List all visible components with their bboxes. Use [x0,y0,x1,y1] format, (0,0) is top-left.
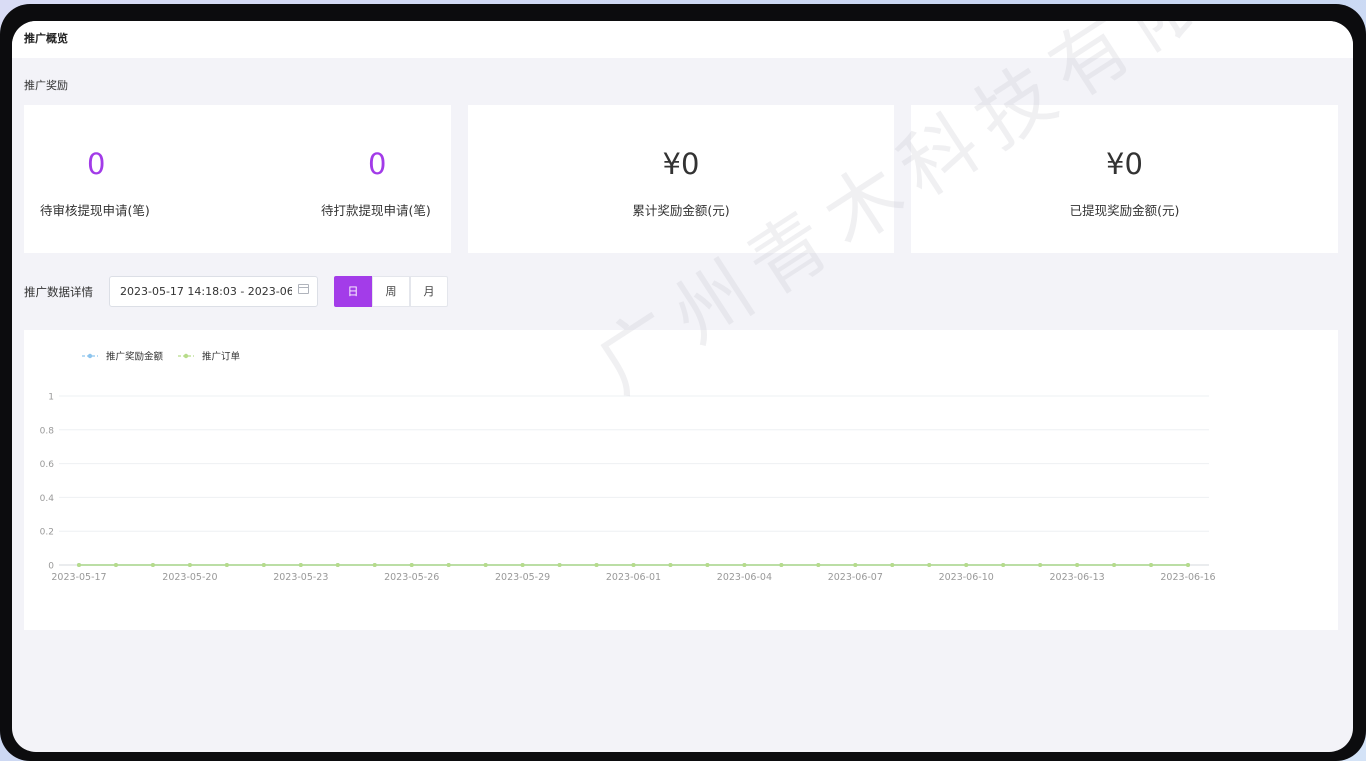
pending-review-label: 待审核提现申请(笔) [40,203,150,218]
data-point [1112,563,1117,567]
data-point [779,563,784,567]
data-point [890,563,895,567]
date-range-value: 2023-05-17 14:18:03 - 2023-06 [120,285,292,298]
withdrawn-reward-label: 已提现奖励金额(元) [1069,203,1180,218]
data-point [631,563,636,567]
data-point [742,563,747,567]
x-tick-label: 2023-06-13 [1049,572,1104,583]
x-tick-label: 2023-06-16 [1160,572,1215,583]
details-label: 推广数据详情 [24,285,93,299]
data-point [335,563,340,567]
calendar-icon[interactable] [298,284,309,294]
data-point [150,563,155,567]
rewards-section-title: 推广奖励 [24,79,68,92]
date-range-picker[interactable]: 2023-05-17 14:18:03 - 2023-06 [109,276,318,307]
x-tick-label: 2023-06-10 [939,572,994,583]
y-tick-label: 0 [48,562,54,572]
device-frame: 推广概览 推广奖励 0 待审核提现申请(笔) 0 待打款提现申请(笔) ¥0 累… [0,4,1366,761]
data-point [668,563,673,567]
x-tick-label: 2023-06-04 [717,572,772,583]
y-tick-label: 0.2 [40,528,54,538]
data-point [261,563,266,567]
data-point [964,563,969,567]
data-point [372,563,377,567]
y-tick-label: 1 [48,393,54,403]
data-point [187,563,192,567]
x-tick-label: 2023-05-26 [384,572,439,583]
withdrawn-reward-amount: ¥0 [1106,147,1143,181]
chart-card: 0 0.2 0.4 0.6 0.8 1 2023-05-17 2023-05-20 2023-0… [24,330,1338,630]
withdraw-requests-card: 0 待审核提现申请(笔) 0 待打款提现申请(笔) [24,105,451,253]
data-point [853,563,858,567]
y-tick-label: 0.4 [40,494,55,504]
line-chart: 0 0.2 0.4 0.6 0.8 1 2023-05-17 2023-05-20 2023-0… [40,351,1216,584]
data-point [113,563,118,567]
tab-day[interactable]: 日 [334,276,372,307]
x-tick-label: 2023-06-01 [606,572,661,583]
data-point [224,563,229,567]
data-point [446,563,451,567]
data-point [557,563,562,567]
data-point [705,563,710,567]
y-tick-label: 0.8 [40,426,55,436]
data-point [594,563,599,567]
data-point [77,563,81,567]
data-point [483,563,488,567]
data-point [1038,563,1043,567]
total-reward-amount: ¥0 [662,147,700,181]
data-point [927,563,932,567]
data-point [1075,563,1080,567]
total-reward-card: ¥0 累计奖励金额(元) [468,105,894,253]
pending-review-count: 0 [87,147,106,181]
data-point [520,563,525,567]
y-tick-label: 0.6 [40,460,55,470]
legend-swatch-dot [87,353,93,359]
data-point [1186,563,1190,567]
app-screen: 推广概览 推广奖励 0 待审核提现申请(笔) 0 待打款提现申请(笔) ¥0 累… [12,21,1353,752]
top-bar: 推广概览 [12,21,1353,58]
withdrawn-reward-card: ¥0 已提现奖励金额(元) [911,105,1338,253]
x-tick-label: 2023-05-17 [51,572,106,583]
data-point [816,563,821,567]
legend-swatch-dot [183,353,189,359]
data-point [409,563,414,567]
x-tick-label: 2023-05-20 [162,572,217,583]
total-reward-label: 累计奖励金额(元) [632,203,730,218]
x-tick-label: 2023-05-23 [273,572,328,583]
page-title: 推广概览 [24,32,68,45]
legend-label[interactable]: 推广奖励金额 [106,351,164,363]
x-tick-label: 2023-06-07 [828,572,883,583]
tab-month[interactable]: 月 [410,276,448,307]
pending-payment-label: 待打款提现申请(笔) [321,203,431,218]
pending-payment-count: 0 [368,147,387,181]
legend-label[interactable]: 推广订单 [202,351,241,363]
data-point [1001,563,1006,567]
x-tick-label: 2023-05-29 [495,572,550,583]
data-point [1149,563,1154,567]
data-point [298,563,303,567]
tab-week[interactable]: 周 [372,276,410,307]
